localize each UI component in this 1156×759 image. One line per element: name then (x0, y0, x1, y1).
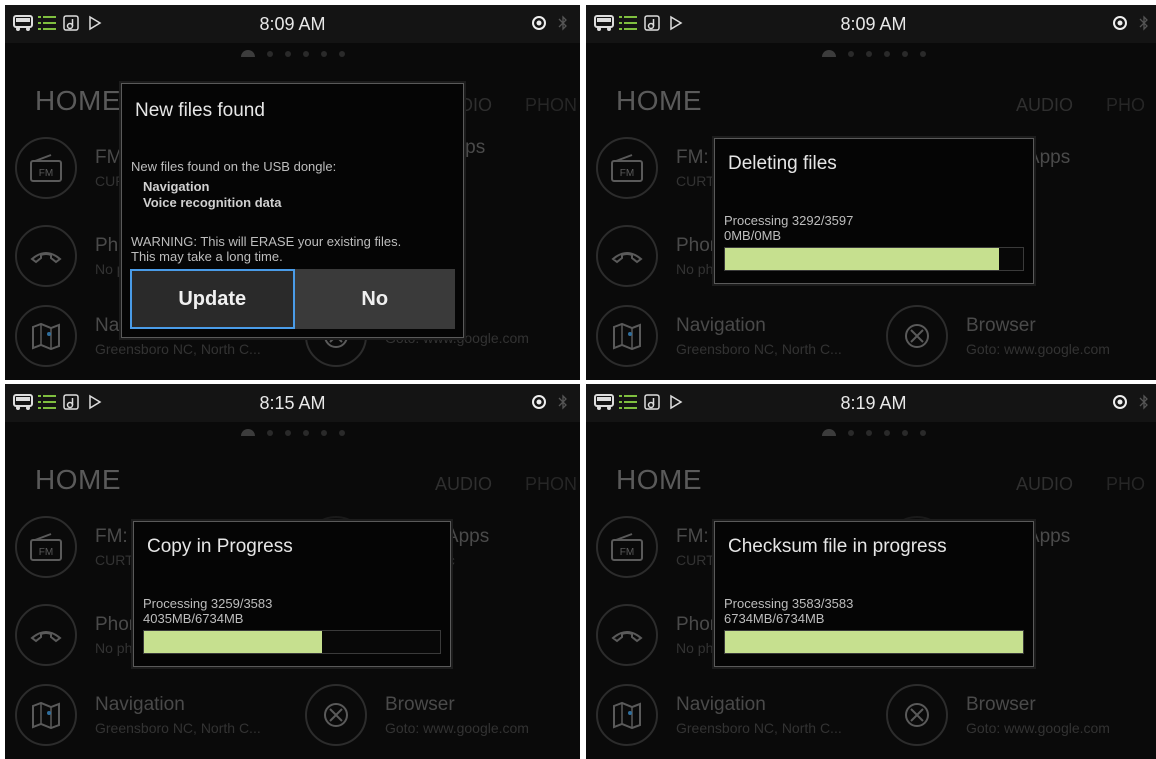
dialog-title: Checksum file in progress (728, 536, 947, 557)
size-progress: 0MB/0MB (724, 228, 782, 243)
status-bar: 8:19 AM (586, 384, 1156, 422)
tile-fm[interactable]: FM FM CUR (15, 137, 125, 199)
progress-bar (724, 247, 1024, 271)
update-button[interactable]: Update (130, 269, 295, 329)
tile-phone[interactable]: Phon No ph (596, 604, 720, 666)
dialog-title: Deleting files (728, 153, 837, 174)
map-icon (15, 305, 77, 367)
map-icon (596, 305, 658, 367)
size-progress: 6734MB/6734MB (724, 611, 825, 626)
progress-dialog: Deleting files Processing 3292/3597 0MB/… (714, 138, 1034, 284)
file-item-navigation: Navigation (143, 179, 210, 194)
svg-text:FM: FM (39, 168, 53, 179)
tile-browser[interactable]: Browser Goto: www.google.com (305, 684, 529, 746)
svg-text:FM: FM (620, 168, 634, 179)
clock: 8:15 AM (259, 393, 326, 413)
tab-phone[interactable]: PHO (1106, 95, 1145, 116)
status-bar: 8:09 AM (5, 5, 580, 43)
processing-count: Processing 3583/3583 (724, 596, 854, 611)
page-title: HOME (616, 85, 702, 116)
tile-fm[interactable]: FM FM: CURT (596, 137, 715, 199)
tab-audio[interactable]: AUDIO (1016, 95, 1073, 116)
progress-dialog: Checksum file in progress Processing 358… (714, 521, 1034, 667)
screen-deleting-files: 8:09 AM HOME AUDIO PHO FM FM: CURT Phon No… (586, 5, 1156, 380)
clock: 8:09 AM (840, 14, 907, 34)
map-icon (15, 684, 77, 746)
tile-navigation[interactable]: Navigation Greensboro NC, North C... (15, 684, 261, 746)
page-indicator (586, 50, 1156, 57)
new-files-dialog: New files found New files found on the U… (121, 83, 464, 338)
clock: 8:09 AM (259, 14, 326, 34)
tile-phone[interactable]: Phon No ph (15, 604, 139, 666)
tile-fm[interactable]: FM FM: CURT (596, 516, 715, 578)
tab-phone[interactable]: PHON (525, 95, 577, 116)
bluetooth-icon (558, 393, 568, 416)
tile-browser[interactable]: Browser Goto: www.google.com (886, 305, 1110, 367)
clock: 8:19 AM (840, 393, 907, 413)
status-bar: 8:09 AM (586, 5, 1156, 43)
dialog-title: Copy in Progress (147, 536, 293, 557)
radio-fm-icon: FM (15, 516, 77, 578)
tile-phone[interactable]: Pho No p (15, 225, 129, 287)
browser-icon (305, 684, 367, 746)
browser-icon (886, 684, 948, 746)
tab-phone[interactable]: PHO (1106, 474, 1145, 495)
screen-new-files: 8:09 AM HOME AUDIO PHON FM FMCUR PhoNo p… (5, 5, 580, 380)
status-bar: 8:15 AM (5, 384, 580, 422)
progress-fill (725, 631, 1023, 653)
page-indicator (586, 429, 1156, 436)
map-icon (596, 684, 658, 746)
size-progress: 4035MB/6734MB (143, 611, 244, 626)
page-indicator (5, 429, 580, 436)
browser-icon (886, 305, 948, 367)
warning-text-2: This may take a long time. (131, 249, 283, 264)
bluetooth-icon (558, 14, 568, 37)
location-target-icon (530, 14, 548, 37)
progress-bar (143, 630, 441, 654)
page-title: HOME (616, 464, 702, 495)
tile-navigation[interactable]: Navigation Greensboro NC, North C... (596, 684, 842, 746)
svg-text:FM: FM (620, 547, 634, 558)
tile-browser[interactable]: Browser Goto: www.google.com (886, 684, 1110, 746)
phone-icon (596, 604, 658, 666)
progress-dialog: Copy in Progress Processing 3259/3583 40… (133, 521, 451, 667)
tile-fm[interactable]: FM FM: CURT (15, 516, 134, 578)
page-title: HOME (35, 85, 121, 116)
tile-phone[interactable]: Phon No ph (596, 225, 720, 287)
location-target-icon (1111, 393, 1129, 416)
radio-fm-icon: FM (596, 137, 658, 199)
dialog-message: New files found on the USB dongle: (131, 159, 337, 174)
progress-fill (144, 631, 322, 653)
warning-text: WARNING: This will ERASE your existing f… (131, 234, 402, 249)
file-item-voice: Voice recognition data (143, 195, 282, 210)
tab-audio[interactable]: AUDIO (435, 474, 492, 495)
radio-fm-icon: FM (15, 137, 77, 199)
phone-icon (596, 225, 658, 287)
location-target-icon (1111, 14, 1129, 37)
dialog-title: New files found (135, 100, 265, 121)
location-target-icon (530, 393, 548, 416)
tile-navigation[interactable]: Navigation Greensboro NC, North C... (596, 305, 842, 367)
progress-fill (725, 248, 1000, 270)
phone-icon (15, 225, 77, 287)
svg-text:FM: FM (39, 547, 53, 558)
tab-phone[interactable]: PHON (525, 474, 577, 495)
phone-icon (15, 604, 77, 666)
screen-copy-progress: 8:15 AM HOME AUDIO PHON FM FM: CURT Phon N… (5, 384, 580, 759)
processing-count: Processing 3259/3583 (143, 596, 273, 611)
page-indicator (5, 50, 580, 57)
dialog-buttons: Update No (130, 269, 455, 329)
screen-checksum-progress: 8:19 AM HOME AUDIO PHO FM FM: CURT Phon No… (586, 384, 1156, 759)
tab-audio[interactable]: AUDIO (1016, 474, 1073, 495)
progress-bar (724, 630, 1024, 654)
bluetooth-icon (1139, 14, 1149, 37)
page-title: HOME (35, 464, 121, 495)
processing-count: Processing 3292/3597 (724, 213, 854, 228)
radio-fm-icon: FM (596, 516, 658, 578)
no-button[interactable]: No (295, 269, 456, 329)
bluetooth-icon (1139, 393, 1149, 416)
